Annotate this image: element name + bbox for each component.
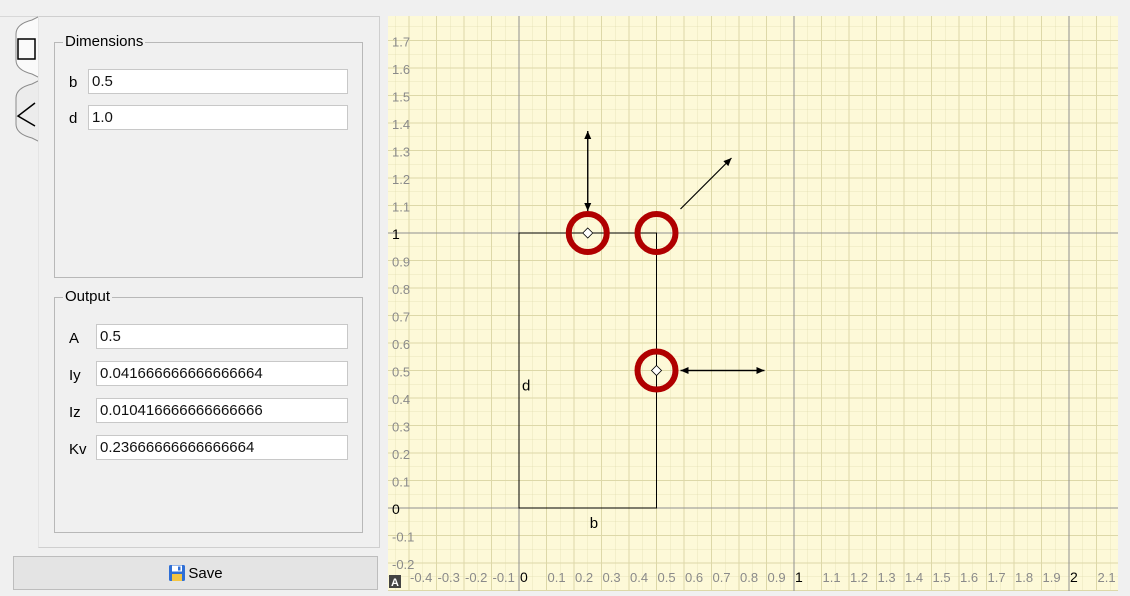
section-plot[interactable]: -0.4 -0.3 -0.2 -0.1 0 0.1 0.2 0.3 0.4 0.5 0.6 0.7 0.…	[388, 16, 1118, 591]
Iz-output[interactable]	[96, 398, 348, 423]
x-tick-label: 0.1	[548, 570, 566, 585]
y-tick-label: -0.1	[392, 530, 414, 545]
x-tick-label: -0.1	[493, 570, 515, 585]
height-label: d	[522, 378, 530, 395]
y-tick-label: 0.3	[392, 420, 410, 435]
Iy-output[interactable]	[96, 361, 348, 386]
x-tick-label: 0	[520, 569, 528, 585]
y-tick-label: 0.2	[392, 447, 410, 462]
x-tick-label: 1.2	[850, 570, 868, 585]
x-tick-label: 0.9	[768, 570, 786, 585]
y-tick-label: -0.2	[392, 557, 414, 572]
dimensions-title: Dimensions	[63, 33, 146, 50]
d-label: d	[69, 110, 78, 127]
A-label: A	[69, 330, 80, 347]
y-tick-label: 1.1	[392, 200, 410, 215]
plot-canvas: -0.4 -0.3 -0.2 -0.1 0 0.1 0.2 0.3 0.4 0.5 0.6 0.7 0.…	[388, 16, 1118, 591]
x-tick-label: 1.6	[960, 570, 978, 585]
x-tick-label: 0.2	[575, 570, 593, 585]
Kv-output[interactable]	[96, 435, 348, 460]
x-tick-label: -0.4	[410, 570, 432, 585]
b-input[interactable]	[88, 69, 348, 94]
x-tick-label: 1.9	[1043, 570, 1061, 585]
b-label: b	[69, 74, 78, 91]
x-tick-label: 1.5	[933, 570, 951, 585]
x-tick-label: 2.1	[1098, 570, 1116, 585]
y-tick-label: 0.9	[392, 255, 410, 270]
properties-panel: Dimensions b d Output A Iy Iz Kv	[38, 16, 380, 548]
x-tick-label: 0.5	[658, 570, 676, 585]
save-button[interactable]: Save	[13, 556, 378, 590]
y-tick-label: 0.4	[392, 392, 410, 407]
tab-triangle[interactable]	[12, 80, 40, 142]
d-input[interactable]	[88, 105, 348, 130]
x-tick-label: 0.8	[740, 570, 758, 585]
A-output[interactable]	[96, 324, 348, 349]
y-tick-label: 0.1	[392, 475, 410, 490]
y-tick-label: 1.5	[392, 90, 410, 105]
y-tick-label: 1	[392, 226, 400, 242]
x-tick-label: 1.4	[905, 570, 923, 585]
x-tick-label: -0.3	[438, 570, 460, 585]
output-title: Output	[63, 288, 113, 305]
vertical-scrollbar[interactable]	[1118, 16, 1130, 591]
y-tick-label: 0.5	[392, 365, 410, 380]
x-tick-label: 0.7	[713, 570, 731, 585]
x-tick-label: 0.4	[630, 570, 648, 585]
width-label: b	[590, 515, 598, 532]
floppy-disk-icon	[169, 565, 186, 581]
y-tick-label: 0.8	[392, 282, 410, 297]
y-tick-label: 0	[392, 501, 400, 517]
x-tick-label: 1	[795, 569, 803, 585]
y-tick-label: 1.2	[392, 172, 410, 187]
badge-text: A	[391, 577, 399, 589]
x-tick-label: 2	[1070, 569, 1078, 585]
x-tick-label: 0.6	[685, 570, 703, 585]
splitter-handle[interactable]	[380, 16, 388, 591]
x-tick-label: 1.1	[823, 570, 841, 585]
bottom-edge	[380, 591, 1130, 596]
shape-tabs	[12, 16, 40, 156]
y-tick-label: 0.7	[392, 310, 410, 325]
y-tick-label: 0.6	[392, 337, 410, 352]
x-tick-label: 1.3	[878, 570, 896, 585]
y-tick-label: 1.3	[392, 145, 410, 160]
Iz-label: Iz	[69, 404, 81, 421]
save-label: Save	[188, 564, 223, 582]
title-strip	[0, 0, 1130, 17]
y-tick-label: 1.6	[392, 62, 410, 77]
x-tick-label: 0.3	[603, 570, 621, 585]
Iy-label: Iy	[69, 367, 81, 384]
Kv-label: Kv	[69, 441, 87, 458]
corner-badge: A	[389, 575, 401, 589]
x-tick-label: 1.8	[1015, 570, 1033, 585]
x-tick-label: 1.7	[988, 570, 1006, 585]
y-tick-label: 1.4	[392, 117, 410, 132]
x-tick-label: -0.2	[465, 570, 487, 585]
output-group: Output A Iy Iz Kv	[54, 288, 363, 533]
dimensions-group: Dimensions b d	[54, 33, 363, 278]
y-tick-label: 1.7	[392, 35, 410, 50]
tab-rectangle[interactable]	[12, 16, 40, 78]
